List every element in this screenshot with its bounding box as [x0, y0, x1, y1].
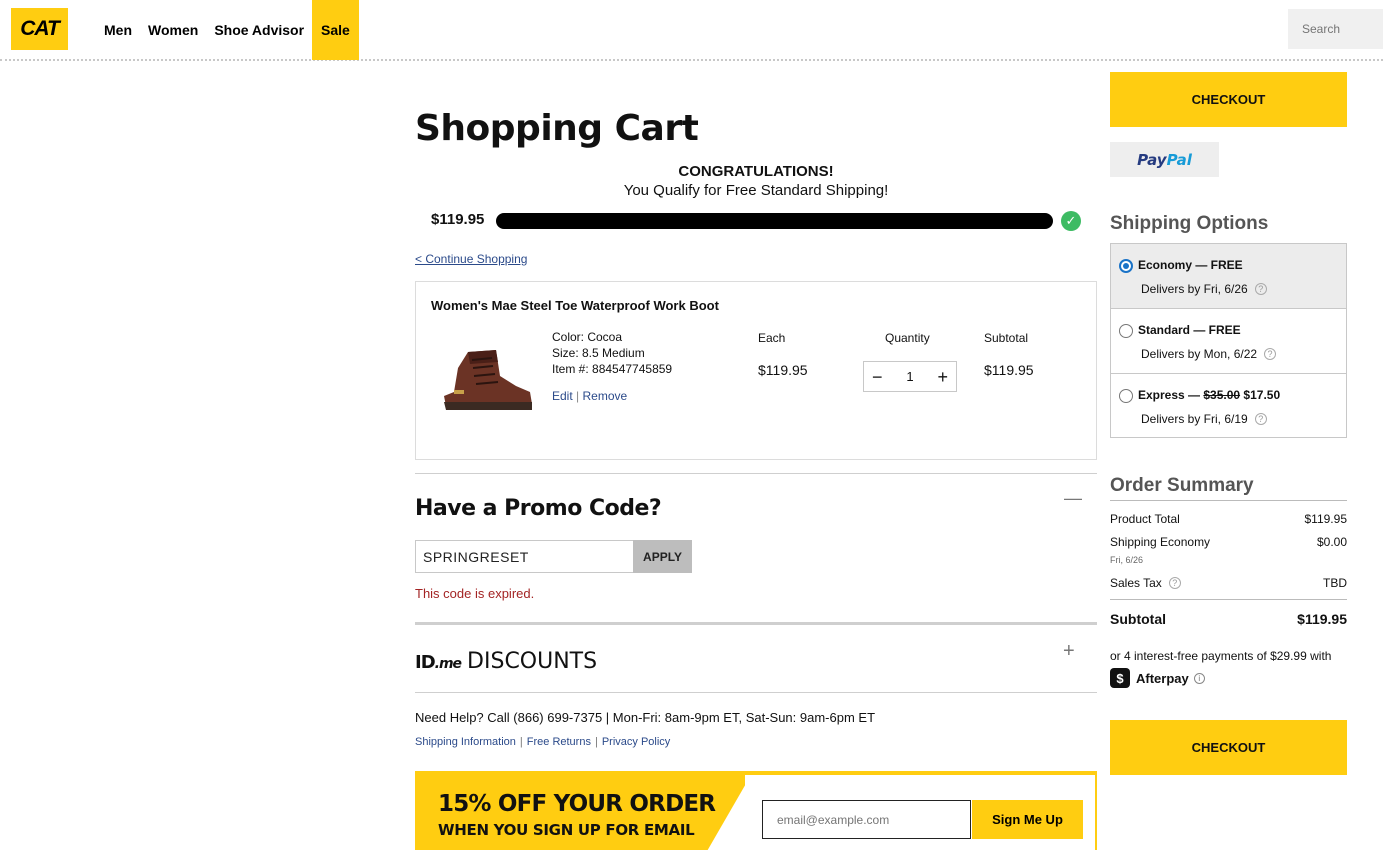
new-price: $17.50 — [1243, 388, 1281, 402]
paypal-button[interactable]: PayPal — [1110, 142, 1219, 177]
promo-code-input[interactable] — [415, 540, 634, 573]
radio-unselected[interactable] — [1119, 389, 1133, 403]
each-label: Each — [758, 331, 786, 345]
boot-image[interactable] — [438, 346, 538, 418]
help-icon[interactable]: ? — [1254, 283, 1267, 295]
separator: | — [576, 389, 580, 403]
shipping-information-link[interactable]: Shipping Information — [415, 736, 516, 748]
afterpay-text: or 4 interest-free payments of $29.99 wi… — [1110, 649, 1332, 663]
nav-sale[interactable]: Sale — [312, 0, 359, 60]
congrats-subtitle: You Qualify for Free Standard Shipping! — [623, 182, 889, 199]
sign-me-up-button[interactable]: Sign Me Up — [972, 800, 1083, 839]
divider — [415, 622, 1097, 625]
order-summary-title: Order Summary — [1110, 475, 1254, 496]
each-price: $119.95 — [758, 362, 808, 378]
nav-women[interactable]: Women — [140, 0, 206, 60]
item-size: Size: 8.5 Medium — [552, 346, 645, 360]
search-input[interactable] — [1288, 9, 1383, 49]
item-number: Item #: 884547745859 — [552, 362, 673, 376]
expand-icon[interactable]: + — [1063, 640, 1075, 663]
old-price: $35.00 — [1203, 388, 1241, 402]
item-subtotal: $119.95 — [984, 362, 1034, 378]
subtotal-label: Subtotal — [984, 331, 1029, 345]
divider — [415, 473, 1097, 474]
email-input[interactable] — [762, 800, 971, 839]
summary-shipping: Shipping Economy $0.00 — [1110, 535, 1347, 549]
cat-logo[interactable]: CAT — [11, 8, 68, 50]
free-shipping-progress-bar — [496, 213, 1053, 229]
item-attributes: Color: Cocoa Size: 8.5 Medium Item #: 88… — [552, 329, 672, 377]
help-links: Shipping Information | Free Returns | Privac… — [415, 736, 671, 748]
shipping-option-standard[interactable]: Standard — FREE Delivers by Mon, 6/22? — [1111, 309, 1346, 374]
item-color: Color: Cocoa — [552, 330, 623, 344]
help-icon[interactable]: ? — [1264, 348, 1277, 360]
site-header: CAT Men Women Shoe Advisor Sale — [0, 0, 1383, 61]
banner-headline: 15% OFF YOUR ORDER — [438, 791, 716, 817]
edit-link[interactable]: Edit — [552, 389, 573, 403]
plus-icon[interactable]: + — [937, 368, 948, 386]
option-label: Express — $35.00 $17.50 — [1138, 388, 1281, 402]
quantity-value[interactable]: 1 — [906, 369, 913, 384]
continue-shopping-link[interactable]: < Continue Shopping — [415, 252, 527, 266]
info-icon[interactable]: i — [1193, 672, 1205, 684]
option-delivery: Delivers by Mon, 6/22? — [1141, 347, 1277, 361]
afterpay-icon: $ — [1110, 668, 1130, 688]
promo-error: This code is expired. — [415, 586, 535, 601]
option-label: Standard — FREE — [1138, 323, 1241, 337]
email-signup-banner: 15% OFF YOUR ORDER WHEN YOU SIGN UP FOR … — [415, 771, 1097, 850]
free-returns-link[interactable]: Free Returns — [527, 736, 591, 748]
quantity-label: Quantity — [885, 331, 930, 345]
checkout-button-top[interactable]: CHECKOUT — [1110, 72, 1347, 127]
shipping-options-title: Shipping Options — [1110, 213, 1269, 234]
check-circle-icon: ✓ — [1061, 211, 1081, 231]
help-icon[interactable]: ? — [1254, 413, 1267, 425]
idme-discounts-label: DISCOUNTS — [467, 649, 598, 674]
summary-sales-tax: Sales Tax? TBD — [1110, 576, 1347, 590]
item-name[interactable]: Women's Mae Steel Toe Waterproof Work Bo… — [431, 298, 719, 313]
help-icon[interactable]: ? — [1168, 577, 1181, 589]
idme-logo: ID.me — [415, 652, 462, 673]
help-text: Need Help? Call (866) 699-7375 | Mon-Fri… — [415, 710, 876, 725]
shipping-option-economy[interactable]: Economy — FREE Delivers by Fri, 6/26? — [1111, 244, 1346, 309]
remove-link[interactable]: Remove — [583, 389, 628, 403]
summary-product-total: Product Total $119.95 — [1110, 512, 1347, 526]
banner-subheadline: WHEN YOU SIGN UP FOR EMAIL — [438, 821, 695, 839]
page-title: Shopping Cart — [415, 108, 699, 149]
option-delivery: Delivers by Fri, 6/19? — [1141, 412, 1267, 426]
summary-shipping-date: Fri, 6/26 — [1110, 555, 1144, 565]
radio-selected[interactable] — [1119, 259, 1133, 273]
congrats-title: CONGRATULATIONS! — [678, 163, 834, 180]
nav-men[interactable]: Men — [96, 0, 140, 60]
summary-subtotal: Subtotal $119.95 — [1110, 611, 1347, 627]
checkout-button-bottom[interactable]: CHECKOUT — [1110, 720, 1347, 775]
shipping-options: Economy — FREE Delivers by Fri, 6/26? St… — [1110, 243, 1347, 438]
radio-unselected[interactable] — [1119, 324, 1133, 338]
nav-shoe-advisor[interactable]: Shoe Advisor — [206, 0, 312, 60]
quantity-stepper: − 1 + — [863, 361, 957, 392]
cart-item: Women's Mae Steel Toe Waterproof Work Bo… — [415, 281, 1097, 460]
option-label: Economy — FREE — [1138, 258, 1243, 272]
idme-discounts[interactable]: ID.me DISCOUNTS — [415, 649, 597, 674]
privacy-policy-link[interactable]: Privacy Policy — [602, 736, 670, 748]
shipping-option-express[interactable]: Express — $35.00 $17.50 Delivers by Fri,… — [1111, 374, 1346, 439]
divider — [415, 692, 1097, 693]
apply-button[interactable]: APPLY — [633, 540, 692, 573]
item-actions: Edit | Remove — [552, 389, 627, 403]
main-nav: Men Women Shoe Advisor Sale — [96, 0, 359, 60]
minus-icon[interactable]: − — [872, 368, 883, 386]
free-shipping-message: CONGRATULATIONS! You Qualify for Free St… — [415, 163, 1097, 199]
collapse-icon[interactable]: — — [1064, 488, 1082, 509]
promo-title: Have a Promo Code? — [415, 496, 662, 521]
afterpay-badge: $ Afterpay i — [1110, 668, 1205, 688]
option-delivery: Delivers by Fri, 6/26? — [1141, 282, 1267, 296]
progress-amount: $119.95 — [431, 211, 485, 228]
